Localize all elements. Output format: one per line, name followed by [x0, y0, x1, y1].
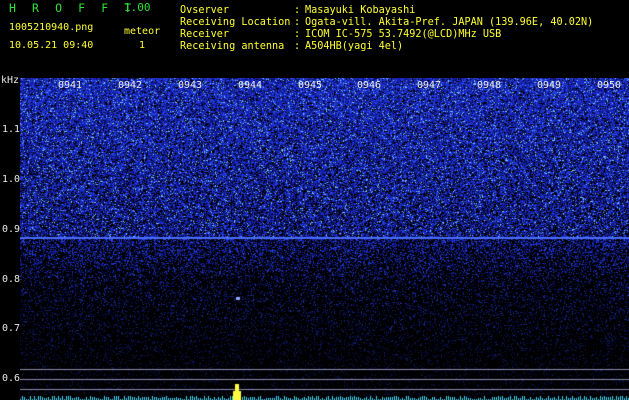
location-key: Receiving Location — [180, 17, 291, 28]
time-label-0949: 0949 — [537, 80, 562, 91]
capture-datetime: 10.05.21 09:40 — [9, 40, 94, 51]
y-axis-unit: kHz — [1, 75, 20, 86]
y-tick-1.0: 1.0 — [2, 174, 21, 185]
location-value: Ogata-vill. Akita-Pref. JAPAN (139.96E, … — [305, 17, 594, 28]
y-tick-0.9: 0.9 — [2, 224, 21, 235]
observer-key: Ovserver — [180, 5, 230, 16]
y-tick-0.6: 0.6 — [2, 373, 21, 384]
y-tick-0.7: 0.7 — [2, 323, 21, 334]
image-filename: 1005210940.png — [9, 22, 94, 33]
spectrogram-panel: kHz 1.1 1.0 0.9 0.8 0.7 0.6 0941 0942 09… — [0, 75, 629, 400]
time-label-0943: 0943 — [178, 80, 203, 91]
time-label-0947: 0947 — [417, 80, 442, 91]
antenna-value: A504HB(yagi 4el) — [305, 41, 404, 52]
meteor-label: meteor — [124, 26, 161, 37]
time-label-0950: 0950 — [597, 80, 622, 91]
app-title: H R O F F T — [9, 1, 136, 15]
time-label-0944: 0944 — [238, 80, 263, 91]
receiver-key: Receiver — [180, 29, 230, 40]
observer-colon: : — [294, 5, 301, 16]
time-label-0941: 0941 — [58, 80, 83, 91]
y-tick-0.8: 0.8 — [2, 274, 21, 285]
location-colon: : — [294, 17, 301, 28]
antenna-key: Receiving antenna — [180, 41, 285, 52]
observer-value: Masayuki Kobayashi — [305, 5, 416, 16]
receiver-colon: : — [294, 29, 301, 40]
app-version: 1.00 — [124, 1, 151, 14]
meteor-count: 1 — [139, 40, 146, 51]
time-label-0942: 0942 — [118, 80, 143, 91]
time-label-0948: 0948 — [477, 80, 502, 91]
time-label-0946: 0946 — [357, 80, 382, 91]
y-tick-1.1: 1.1 — [2, 124, 21, 135]
receiver-value: ICOM IC-575 53.7492(@LCD)MHz USB — [305, 29, 502, 40]
header-panel: H R O F F T 1.00 1005210940.png 10.05.21… — [0, 0, 629, 78]
spectrogram-canvas — [20, 78, 629, 400]
time-label-0945: 0945 — [298, 80, 323, 91]
antenna-colon: : — [294, 41, 301, 52]
